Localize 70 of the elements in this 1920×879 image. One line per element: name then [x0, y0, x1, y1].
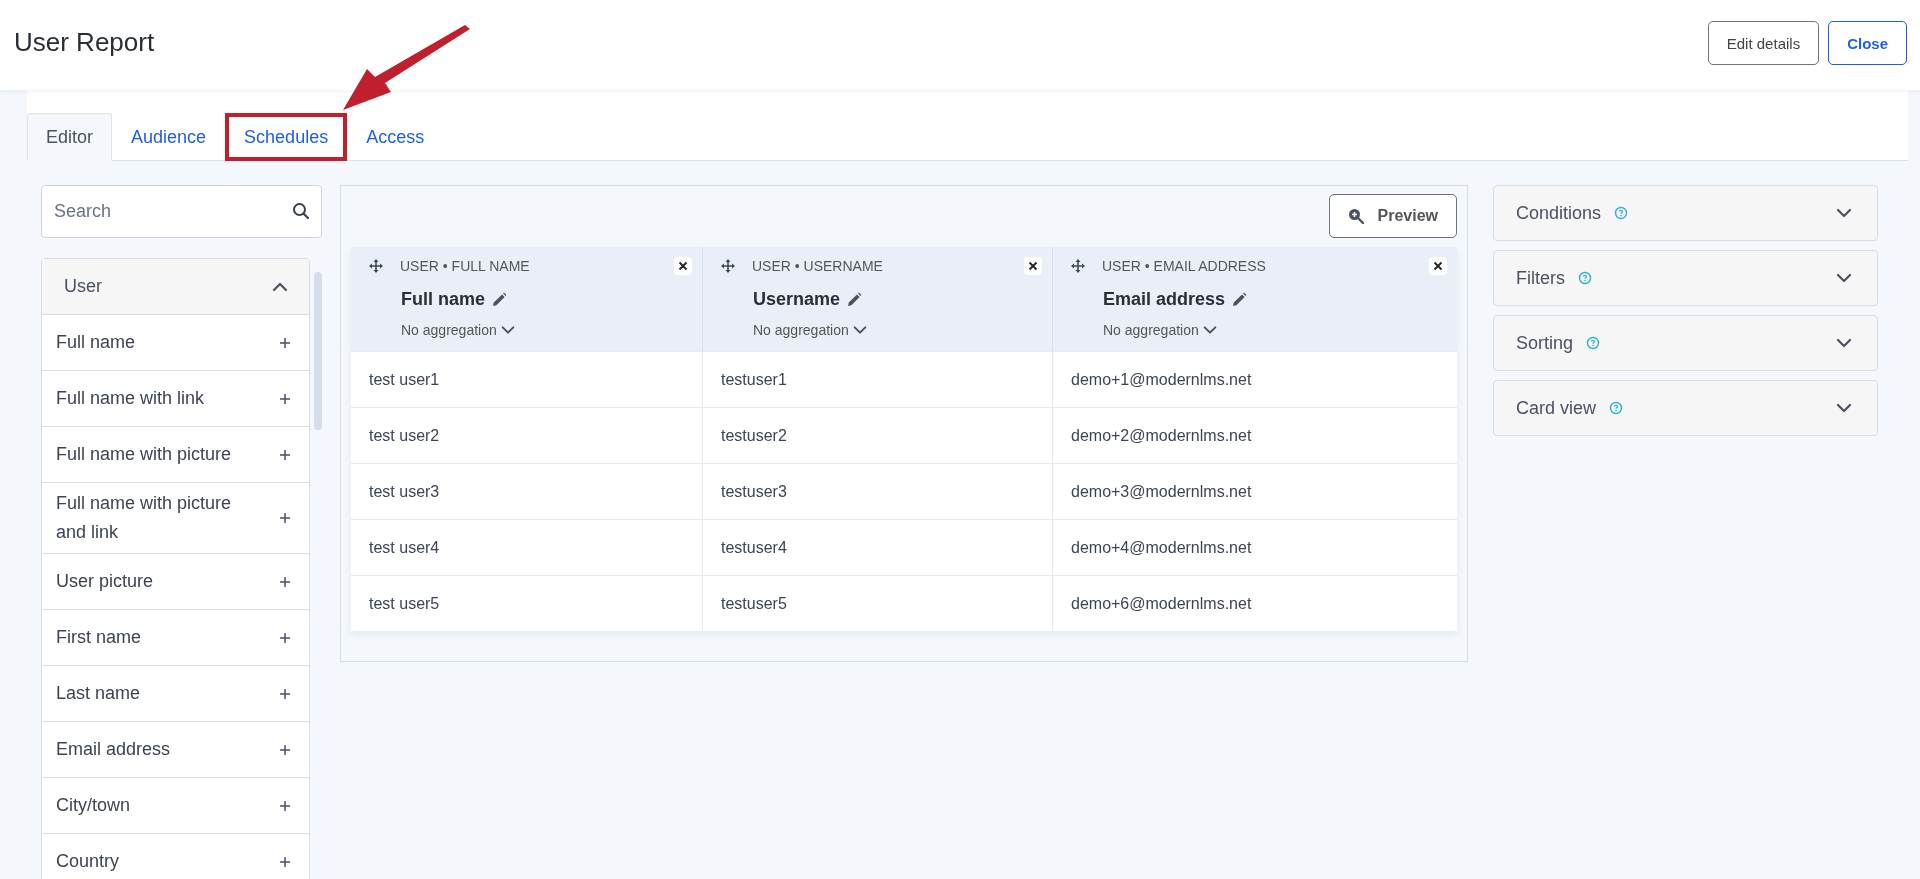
plus-icon — [279, 631, 291, 644]
table-cell: demo+3@modernlms.net — [1053, 463, 1457, 519]
tab[interactable]: Schedules — [225, 113, 348, 161]
plus-icon — [279, 512, 291, 524]
table-cell: test user4 — [351, 519, 703, 575]
plus-icon — [279, 743, 291, 756]
panel-header[interactable]: Conditions — [1493, 185, 1878, 241]
column-title: Email address — [1103, 289, 1226, 310]
field-item[interactable]: Full name with picture and link — [42, 483, 309, 554]
preview-button[interactable]: Preview — [1328, 194, 1457, 238]
panel-header[interactable]: Card view — [1493, 380, 1878, 436]
field-item[interactable]: Full name with picture — [42, 427, 309, 483]
column-title: Username — [753, 289, 841, 310]
search-icon — [292, 202, 310, 220]
plus-icon — [279, 392, 291, 405]
field-item[interactable]: Country — [42, 834, 309, 879]
close-icon[interactable] — [1024, 257, 1042, 275]
search-field[interactable]: Search — [41, 185, 322, 238]
panel-header[interactable]: Sorting — [1493, 315, 1878, 371]
table-cell: testuser5 — [703, 575, 1053, 631]
plus-icon — [279, 799, 291, 812]
column-source: USER • USERNAME — [752, 258, 884, 274]
plus-icon — [279, 448, 291, 461]
pencil-icon[interactable] — [491, 291, 507, 308]
plus-icon — [279, 336, 291, 349]
table-cell: test user3 — [351, 463, 703, 519]
table-cell: test user5 — [351, 575, 703, 631]
close-icon[interactable] — [1429, 257, 1447, 275]
field-item[interactable]: Email address — [42, 722, 309, 778]
move-icon[interactable] — [369, 259, 383, 273]
tab[interactable]: Editor — [27, 113, 113, 161]
tab[interactable]: Access — [347, 113, 444, 161]
column-source: USER • EMAIL ADDRESS — [1102, 258, 1267, 274]
field-item[interactable]: City/town — [42, 778, 309, 834]
table-cell: testuser1 — [703, 351, 1053, 407]
table-cell: testuser4 — [703, 519, 1053, 575]
column-title: Full name — [401, 289, 485, 310]
move-icon[interactable] — [1071, 259, 1085, 273]
page-title: User Report — [14, 26, 155, 58]
section-header[interactable]: User — [42, 259, 309, 315]
table-cell: demo+1@modernlms.net — [1053, 351, 1457, 407]
field-item[interactable]: Full name — [42, 315, 309, 371]
edit-button[interactable]: Edit details — [1707, 21, 1820, 65]
plus-icon — [279, 855, 291, 868]
aggregation-dropdown[interactable]: No aggregation — [753, 322, 868, 338]
field-item[interactable]: Last name — [42, 666, 309, 722]
table-cell: testuser3 — [703, 463, 1053, 519]
zoom-in-icon — [1347, 208, 1364, 224]
tab[interactable]: Audience — [112, 113, 226, 161]
plus-icon — [279, 687, 291, 700]
close-icon[interactable] — [674, 257, 692, 275]
table-cell: demo+2@modernlms.net — [1053, 407, 1457, 463]
pencil-icon[interactable] — [846, 291, 863, 308]
pencil-icon[interactable] — [1231, 291, 1248, 308]
plus-icon — [279, 575, 291, 588]
field-item[interactable]: Full name with link — [42, 371, 309, 427]
table-cell: demo+6@modernlms.net — [1053, 575, 1457, 631]
column-source: USER • FULL NAME — [400, 258, 531, 274]
move-icon[interactable] — [721, 259, 735, 273]
aggregation-dropdown[interactable]: No aggregation — [1103, 322, 1218, 338]
table-cell: test user1 — [351, 351, 703, 407]
table-cell: demo+4@modernlms.net — [1053, 519, 1457, 575]
table-cell: test user2 — [351, 407, 703, 463]
field-item[interactable]: User picture — [42, 554, 309, 610]
panel-header[interactable]: Filters — [1493, 250, 1878, 306]
field-item[interactable]: First name — [42, 610, 309, 666]
close-button[interactable]: Close — [1828, 21, 1907, 65]
scrollbar[interactable] — [314, 272, 322, 430]
table-cell: testuser2 — [703, 407, 1053, 463]
aggregation-dropdown[interactable]: No aggregation — [401, 322, 516, 338]
